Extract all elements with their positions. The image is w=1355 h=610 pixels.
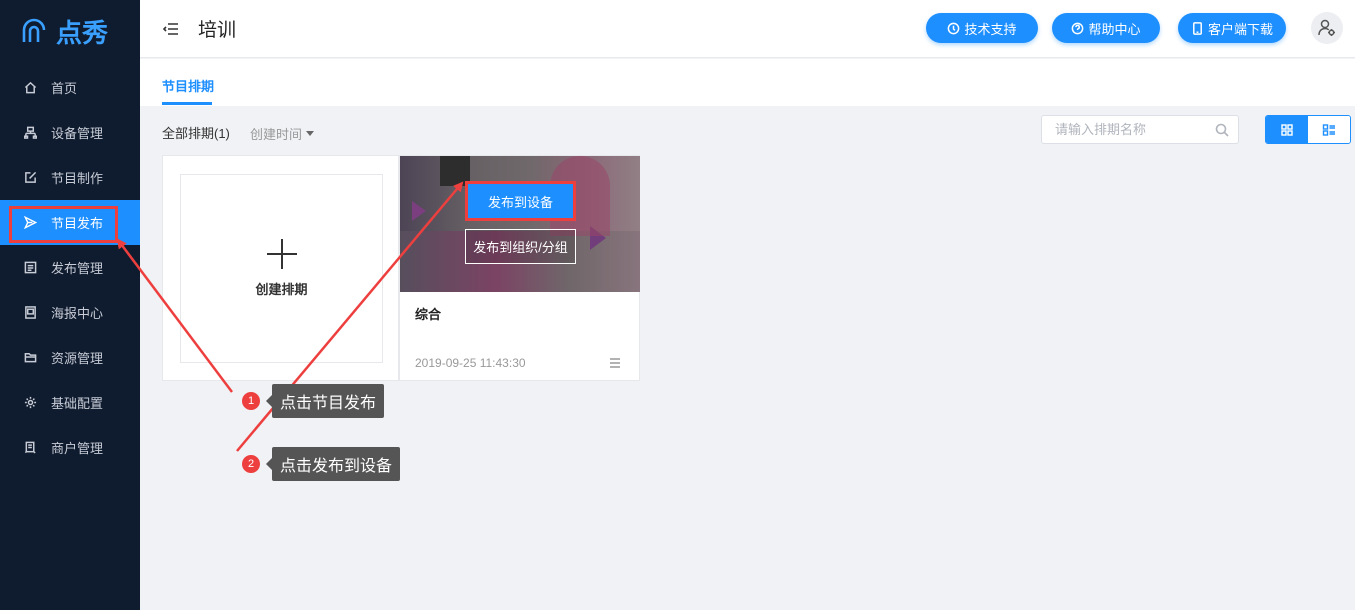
- user-settings-icon: [1318, 19, 1335, 36]
- sort-label: 创建时间: [250, 127, 303, 142]
- help-center-label: 帮助中心: [1088, 21, 1141, 37]
- sidebar-item-merchant[interactable]: 商户管理: [0, 425, 140, 470]
- search-icon[interactable]: [1215, 123, 1229, 137]
- sidebar-item-publish-manage[interactable]: 发布管理: [0, 245, 140, 290]
- tech-support-button[interactable]: 技术支持: [926, 13, 1038, 43]
- poster-icon: [23, 306, 37, 320]
- sidebar-item-config[interactable]: 基础配置: [0, 380, 140, 425]
- tab-bar: 节目排期: [140, 59, 1355, 106]
- thumbnail-overlay: [400, 156, 640, 292]
- sidebar-item-label: 商户管理: [51, 441, 104, 456]
- sidebar-item-label: 资源管理: [51, 351, 104, 366]
- create-schedule-label: 创建排期: [255, 282, 308, 297]
- tablet-icon: [1193, 21, 1202, 35]
- logo-text: 点秀: [56, 17, 109, 48]
- filter-all-schedules[interactable]: 全部排期(1): [162, 123, 230, 142]
- home-icon: [23, 81, 37, 95]
- folder-icon: [23, 351, 37, 365]
- help-center-button[interactable]: 帮助中心: [1052, 13, 1160, 43]
- sidebar-item-label: 基础配置: [51, 396, 104, 411]
- merchant-icon: [23, 441, 37, 455]
- tech-support-label: 技术支持: [964, 21, 1017, 37]
- sidebar-item-poster[interactable]: 海报中心: [0, 290, 140, 335]
- more-menu-icon[interactable]: [609, 357, 621, 369]
- sidebar: 点秀 首页 设备管理 节目制作 节目发布 发布管理 海报中心 资源管理 基础配置…: [0, 0, 140, 610]
- tab-program-schedule[interactable]: 节目排期: [162, 76, 214, 95]
- publish-to-device-button[interactable]: 发布到设备: [465, 181, 576, 221]
- step-label: 点击发布到设备: [265, 447, 401, 481]
- grid-view-button[interactable]: [1266, 116, 1308, 143]
- sidebar-item-label: 首页: [51, 81, 78, 96]
- create-schedule-card[interactable]: 创建排期: [162, 155, 399, 381]
- sort-dropdown[interactable]: 创建时间: [250, 124, 315, 143]
- logo-icon: [22, 18, 46, 42]
- menu-collapse-icon[interactable]: [162, 20, 180, 38]
- question-icon: [1072, 22, 1084, 34]
- search-box: [1041, 115, 1239, 144]
- program-thumbnail: 发布到设备 发布到组织/分组: [400, 156, 640, 292]
- caret-down-icon: [306, 131, 315, 136]
- gear-icon: [23, 396, 37, 410]
- list-icon: [23, 261, 37, 275]
- sidebar-item-resource[interactable]: 资源管理: [0, 335, 140, 380]
- client-download-button[interactable]: 客户端下载: [1178, 13, 1286, 43]
- grid-icon: [1281, 123, 1293, 136]
- sidebar-item-label: 发布管理: [51, 261, 104, 276]
- sidebar-item-label: 海报中心: [51, 306, 104, 321]
- create-schedule-area[interactable]: 创建排期: [180, 174, 383, 363]
- plus-icon: [266, 239, 297, 269]
- device-icon: [23, 126, 37, 140]
- sidebar-item-home[interactable]: 首页: [0, 65, 140, 110]
- top-header: 培训 技术支持 帮助中心 客户端下载: [140, 0, 1355, 58]
- list-view-icon: [1322, 123, 1335, 136]
- step-label: 点击节目发布: [265, 384, 385, 418]
- annotation-step2: 2 点击发布到设备: [242, 447, 401, 481]
- app-logo[interactable]: 点秀: [0, 0, 140, 62]
- view-toggle: [1265, 115, 1351, 144]
- sidebar-item-device[interactable]: 设备管理: [0, 110, 140, 155]
- program-created-date: 2019-09-25 11:43:30: [415, 356, 526, 370]
- publish-to-group-button[interactable]: 发布到组织/分组: [465, 229, 576, 264]
- support-icon: [948, 22, 960, 34]
- user-avatar[interactable]: [1311, 12, 1343, 44]
- list-view-button[interactable]: [1308, 116, 1350, 143]
- program-card[interactable]: 发布到设备 发布到组织/分组 综合 2019-09-25 11:43:30: [399, 155, 640, 381]
- step-number-badge: 1: [242, 392, 260, 410]
- sidebar-item-label: 设备管理: [51, 126, 104, 141]
- client-download-label: 客户端下载: [1207, 21, 1273, 37]
- program-name: 综合: [415, 307, 442, 322]
- step-number-badge: 2: [242, 455, 260, 473]
- highlight-program-publish: [9, 206, 118, 243]
- edit-icon: [23, 171, 37, 185]
- sidebar-item-program-make[interactable]: 节目制作: [0, 155, 140, 200]
- search-input[interactable]: [1055, 122, 1215, 137]
- tab-active-indicator: [162, 102, 212, 105]
- sidebar-nav: 首页 设备管理 节目制作 节目发布 发布管理 海报中心 资源管理 基础配置 商户…: [0, 65, 140, 470]
- sidebar-item-label: 节目制作: [51, 171, 104, 186]
- annotation-step1: 1 点击节目发布: [242, 384, 385, 418]
- page-title: 培训: [198, 20, 237, 41]
